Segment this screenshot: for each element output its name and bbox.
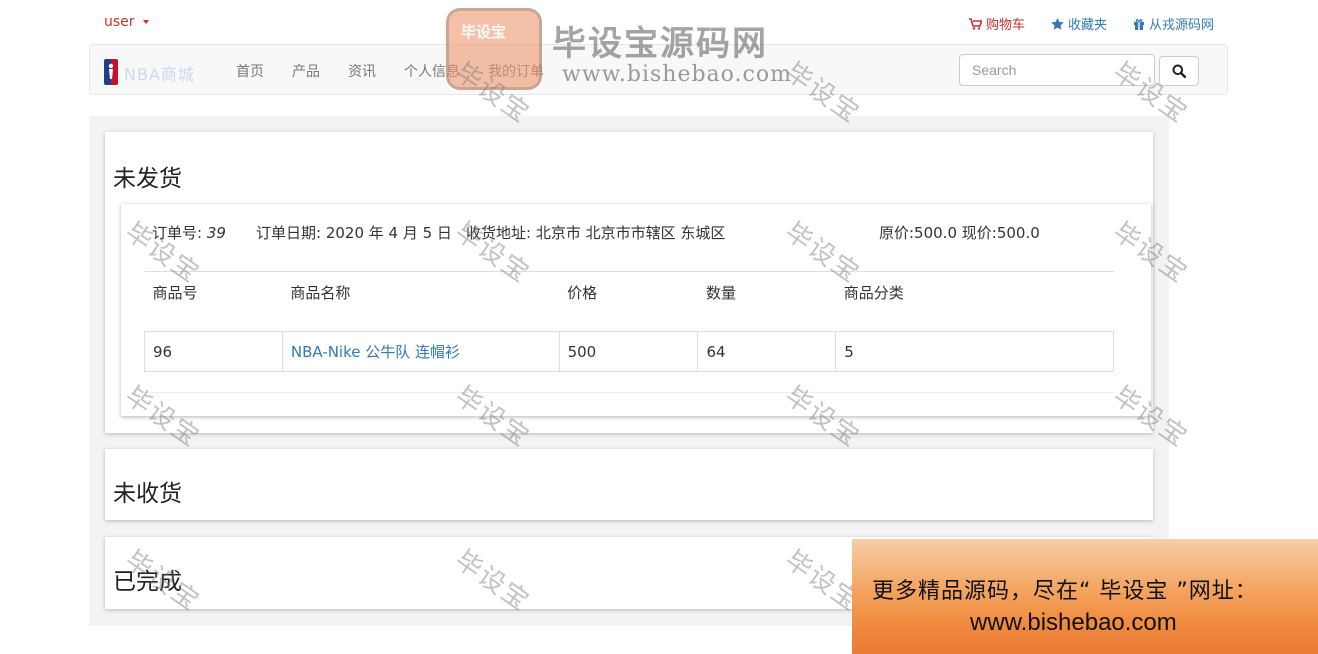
caret-down-icon [142, 20, 149, 24]
order-items-table: 商品号 商品名称 价格 数量 商品分类 96 NBA-Nike 公牛队 连帽衫 … [144, 271, 1114, 393]
completed-title: 已完成 [113, 569, 182, 595]
table-tail [144, 371, 1114, 393]
promo-text: 更多精品源码，尽在“ 毕设宝 ”网址： [872, 579, 1258, 604]
order-number-label: 订单号: [152, 224, 203, 242]
search-input[interactable] [959, 54, 1155, 86]
price-cell: 500 [558, 331, 699, 372]
external-site-label: 从戎源码网 [1148, 18, 1214, 33]
table-row: 96 NBA-Nike 公牛队 连帽衫 500 64 5 [144, 331, 1114, 372]
nav-item-profile[interactable]: 个人信息 [404, 61, 460, 81]
user-label: user [104, 14, 135, 30]
promo-banner[interactable]: 更多精品源码，尽在“ 毕设宝 ”网址： www.bishebao.com [852, 539, 1318, 654]
favorites-link[interactable]: 收藏夹 [1051, 14, 1107, 33]
category-cell: 5 [835, 331, 1114, 372]
top-links: 购物车 收藏夹 从戎源码网 [968, 14, 1214, 33]
order-card: 订单号: 39 订单日期: 2020 年 4 月 5 日 收货地址: 北京市 北… [121, 204, 1151, 416]
page: user 购物车 收藏夹 从戎源码网 NBA商城 首页 产品 资讯 个人信息 我… [0, 0, 1318, 654]
product-id-cell: 96 [144, 331, 283, 372]
brand-text[interactable]: NBA商城 [124, 61, 195, 85]
column-header: 商品号 [144, 271, 283, 312]
shopping-cart-icon [968, 17, 982, 30]
nav-item-news[interactable]: 资讯 [348, 61, 376, 81]
unshipped-title: 未发货 [113, 166, 182, 192]
order-number: 订单号: 39 [152, 222, 226, 243]
gift-icon [1133, 18, 1144, 30]
nav-item-my-orders[interactable]: 我的订单 [488, 61, 544, 81]
column-header: 商品名称 [282, 271, 560, 312]
unreceived-panel: 未收货 [105, 449, 1153, 520]
unshipped-panel: 未发货 订单号: 39 订单日期: 2020 年 4 月 5 日 收货地址: 北… [105, 132, 1153, 433]
top-bar: user 购物车 收藏夹 从戎源码网 [0, 0, 1318, 44]
nba-logo-icon[interactable] [104, 59, 118, 85]
nav-item-home[interactable]: 首页 [236, 61, 264, 81]
table-header-row: 商品号 商品名称 价格 数量 商品分类 [144, 271, 1114, 312]
search-button[interactable] [1159, 56, 1199, 86]
order-price: 原价:500.0 现价:500.0 [879, 224, 1040, 242]
table-spacer [145, 312, 1114, 332]
favorites-label: 收藏夹 [1067, 18, 1107, 33]
external-site-link[interactable]: 从戎源码网 [1133, 14, 1214, 33]
promo-url: www.bishebao.com [970, 609, 1177, 636]
quantity-cell: 64 [697, 331, 837, 372]
cart-label: 购物车 [985, 18, 1025, 33]
order-date: 订单日期: 2020 年 4 月 5 日 [256, 224, 452, 242]
product-name-link[interactable]: NBA-Nike 公牛队 连帽衫 [281, 331, 560, 372]
star-icon [1051, 17, 1064, 30]
search-icon [1172, 64, 1186, 78]
user-menu-dropdown[interactable]: user [104, 14, 149, 30]
unreceived-title: 未收货 [113, 481, 182, 507]
shipping-address: 收货地址: 北京市 北京市市辖区 东城区 [466, 224, 726, 242]
column-header: 数量 [697, 271, 836, 312]
cart-link[interactable]: 购物车 [968, 14, 1025, 33]
order-number-value: 39 [206, 224, 226, 242]
nav-item-products[interactable]: 产品 [292, 61, 320, 81]
main-navbar: NBA商城 首页 产品 资讯 个人信息 我的订单 [89, 44, 1228, 95]
column-header: 商品分类 [835, 271, 1114, 312]
nav-menu: 首页 产品 资讯 个人信息 我的订单 [236, 45, 544, 96]
column-header: 价格 [559, 271, 698, 312]
